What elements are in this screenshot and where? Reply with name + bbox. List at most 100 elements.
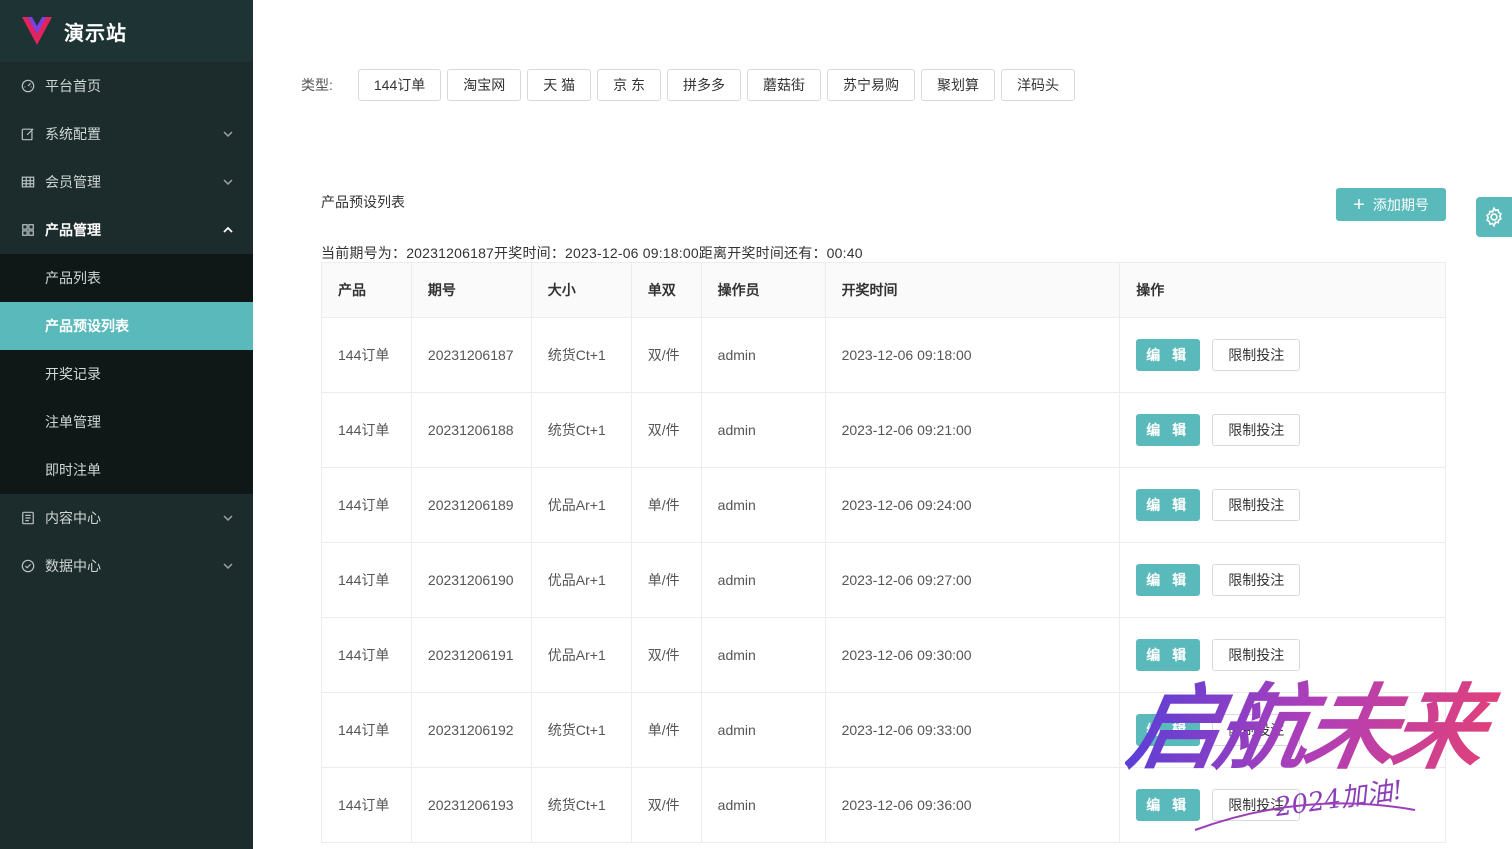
product-cell: 144订单 bbox=[321, 617, 412, 693]
draw-time-cell: 2023-12-06 09:30:00 bbox=[824, 617, 1121, 693]
submenu-item-2[interactable]: 开奖记录 bbox=[0, 350, 253, 398]
add-period-button[interactable]: + 添加期号 bbox=[1336, 188, 1446, 221]
actions-cell: 编 辑限制投注 bbox=[1119, 392, 1446, 468]
draw-time-cell: 2023-12-06 09:36:00 bbox=[824, 767, 1121, 843]
odd-even-cell: 双/件 bbox=[630, 767, 702, 843]
edit-button[interactable]: 编 辑 bbox=[1136, 639, 1201, 671]
actions-cell: 编 辑限制投注 bbox=[1119, 317, 1446, 393]
odd-even-cell: 单/件 bbox=[630, 467, 702, 543]
type-button-1[interactable]: 淘宝网 bbox=[447, 69, 522, 101]
product-cell: 144订单 bbox=[321, 317, 412, 393]
size-cell: 优品Ar+1 bbox=[530, 467, 632, 543]
table-header-row: 产品 期号 大小 单双 操作员 开奖时间 操作 bbox=[321, 262, 1446, 318]
type-button-3[interactable]: 京 东 bbox=[597, 69, 662, 101]
size-cell: 统货Ct+1 bbox=[530, 767, 632, 843]
type-buttons: 144订单 淘宝网天 猫京 东拼多多 蘑菇街 苏宁易购 聚划算 洋码头 bbox=[357, 69, 1081, 101]
column-header: 操作 bbox=[1119, 262, 1446, 318]
product-cell: 144订单 bbox=[321, 467, 412, 543]
size-cell: 优品Ar+1 bbox=[530, 617, 632, 693]
table-row: 144订单 20231206190 优品Ar+1 单/件 admin 2023-12-06… bbox=[321, 542, 1446, 618]
column-header: 期号 bbox=[410, 262, 532, 318]
edit-button[interactable]: 编 辑 bbox=[1136, 489, 1201, 521]
sidebar-item-label: 会员管理 bbox=[45, 174, 101, 190]
table-icon bbox=[20, 174, 36, 190]
sidebar-menu: 平台首页系统配置会员管理产品管理产品列表 产品预设列表 开奖记录 注单管理 即时注单内容… bbox=[0, 62, 253, 590]
sidebar-item-3[interactable]: 产品管理 bbox=[0, 206, 253, 254]
draw-time-cell: 2023-12-06 09:24:00 bbox=[824, 467, 1121, 543]
submenu-item-1[interactable]: 产品预设列表 bbox=[0, 302, 253, 350]
sidebar-item-label: 内容中心 bbox=[45, 510, 101, 526]
dashboard-icon bbox=[20, 78, 36, 94]
add-period-label: 添加期号 bbox=[1372, 196, 1429, 213]
sidebar-item-5[interactable]: 数据中心 bbox=[0, 542, 253, 590]
sidebar-item-4[interactable]: 内容中心 bbox=[0, 494, 253, 542]
column-header: 大小 bbox=[530, 262, 632, 318]
limit-bet-button[interactable]: 限制投注 bbox=[1212, 639, 1301, 671]
limit-bet-button[interactable]: 限制投注 bbox=[1212, 339, 1301, 371]
size-cell: 统货Ct+1 bbox=[530, 692, 632, 768]
limit-bet-button[interactable]: 限制投注 bbox=[1212, 489, 1301, 521]
limit-bet-button[interactable]: 限制投注 bbox=[1212, 414, 1301, 446]
limit-bet-button[interactable]: 限制投注 bbox=[1212, 564, 1301, 596]
type-button-0[interactable]: 144订单 bbox=[357, 69, 442, 101]
edit-button[interactable]: 编 辑 bbox=[1136, 789, 1201, 821]
period-cell: 20231206192 bbox=[410, 692, 532, 768]
period-cell: 20231206188 bbox=[410, 392, 532, 468]
product-cell: 144订单 bbox=[321, 392, 412, 468]
type-button-4[interactable]: 拼多多 bbox=[667, 69, 742, 101]
table-row: 144订单 20231206189 优品Ar+1 单/件 admin 2023-12-06… bbox=[321, 467, 1446, 543]
odd-even-cell: 单/件 bbox=[630, 542, 702, 618]
period-cell: 20231206189 bbox=[410, 467, 532, 543]
sidebar-item-label: 平台首页 bbox=[45, 78, 101, 94]
table-row: 144订单 20231206187 统货Ct+1 双/件 admin 2023-12-06… bbox=[321, 317, 1446, 393]
product-cell: 144订单 bbox=[321, 542, 412, 618]
column-header: 单双 bbox=[630, 262, 702, 318]
type-button-2[interactable]: 天 猫 bbox=[527, 69, 592, 101]
sidebar-item-label: 数据中心 bbox=[45, 558, 101, 574]
type-button-5[interactable]: 蘑菇街 bbox=[747, 69, 822, 101]
sidebar-item-label: 产品管理 bbox=[45, 222, 101, 238]
type-button-8[interactable]: 洋码头 bbox=[1001, 69, 1076, 101]
product-cell: 144订单 bbox=[321, 692, 412, 768]
edit-button[interactable]: 编 辑 bbox=[1136, 414, 1201, 446]
column-header: 开奖时间 bbox=[824, 262, 1121, 318]
table-row: 144订单 20231206188 统货Ct+1 双/件 admin 2023-12-06… bbox=[321, 392, 1446, 468]
edit-button[interactable]: 编 辑 bbox=[1136, 564, 1201, 596]
odd-even-cell: 双/件 bbox=[630, 392, 702, 468]
sidebar: 演示站 平台首页系统配置会员管理产品管理产品列表 产品预设列表 开奖记录 注单管理 即时… bbox=[0, 0, 253, 849]
actions-cell: 编 辑限制投注 bbox=[1119, 692, 1446, 768]
sidebar-item-2[interactable]: 会员管理 bbox=[0, 158, 253, 206]
type-button-6[interactable]: 苏宁易购 bbox=[827, 69, 916, 101]
edit-button[interactable]: 编 辑 bbox=[1136, 714, 1201, 746]
draw-time-cell: 2023-12-06 09:18:00 bbox=[824, 317, 1121, 393]
page-title: 产品预设列表 bbox=[321, 194, 405, 210]
edit-button[interactable]: 编 辑 bbox=[1136, 339, 1201, 371]
period-cell: 20231206190 bbox=[410, 542, 532, 618]
draw-time-cell: 2023-12-06 09:27:00 bbox=[824, 542, 1121, 618]
actions-cell: 编 辑限制投注 bbox=[1119, 467, 1446, 543]
operator-cell: admin bbox=[700, 392, 826, 468]
submenu-item-4[interactable]: 即时注单 bbox=[0, 446, 253, 494]
actions-cell: 编 辑限制投注 bbox=[1119, 767, 1446, 843]
limit-bet-button[interactable]: 限制投注 bbox=[1212, 789, 1301, 821]
period-cell: 20231206193 bbox=[410, 767, 532, 843]
operator-cell: admin bbox=[700, 542, 826, 618]
sidebar-item-0[interactable]: 平台首页 bbox=[0, 62, 253, 110]
period-cell: 20231206191 bbox=[410, 617, 532, 693]
sidebar-item-1[interactable]: 系统配置 bbox=[0, 110, 253, 158]
limit-bet-button[interactable]: 限制投注 bbox=[1212, 714, 1301, 746]
column-header: 产品 bbox=[321, 262, 412, 318]
brand[interactable]: 演示站 bbox=[0, 0, 253, 62]
submenu-item-0[interactable]: 产品列表 bbox=[0, 254, 253, 302]
type-button-7[interactable]: 聚划算 bbox=[921, 69, 996, 101]
chevron-down-icon bbox=[223, 179, 233, 186]
size-cell: 优品Ar+1 bbox=[530, 542, 632, 618]
period-cell: 20231206187 bbox=[410, 317, 532, 393]
grid-icon bbox=[20, 222, 36, 238]
column-header: 操作员 bbox=[700, 262, 826, 318]
product-cell: 144订单 bbox=[321, 767, 412, 843]
edit-icon bbox=[20, 126, 36, 142]
chevron-down-icon bbox=[223, 515, 233, 522]
settings-tab[interactable] bbox=[1476, 197, 1512, 237]
submenu-item-3[interactable]: 注单管理 bbox=[0, 398, 253, 446]
